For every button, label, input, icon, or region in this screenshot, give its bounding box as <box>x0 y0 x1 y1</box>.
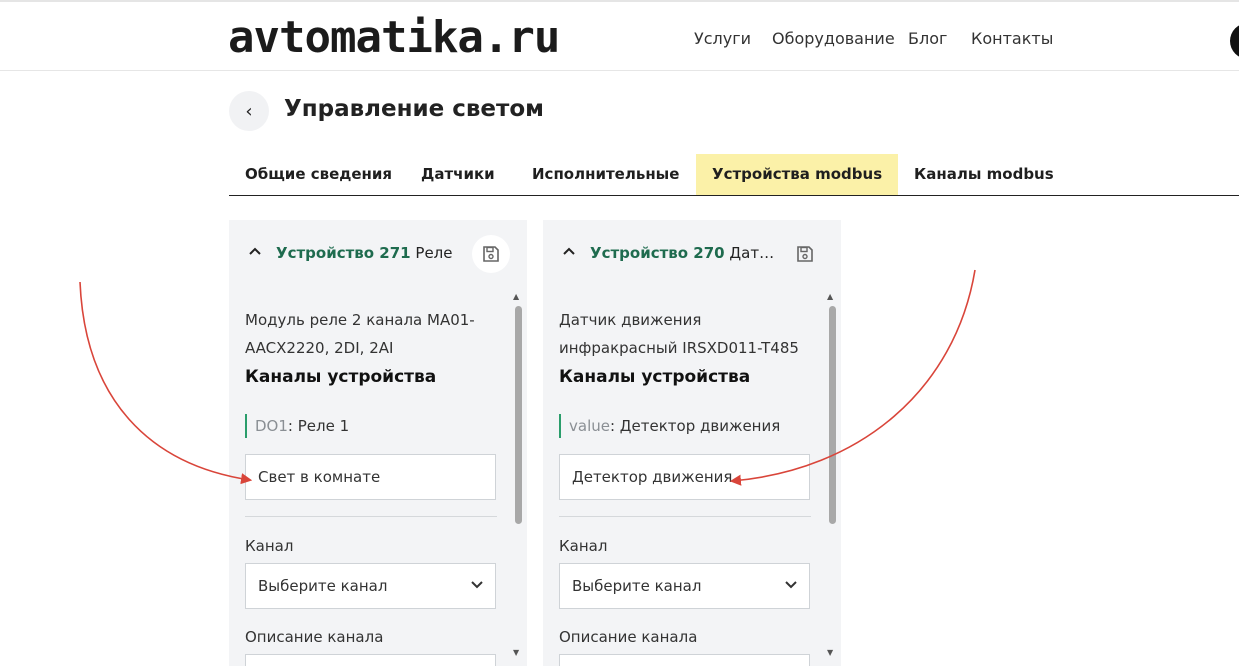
channel-value: : Реле 1 <box>287 417 350 435</box>
chevron-left-icon: ‹ <box>245 100 253 122</box>
device-card-header[interactable]: Устройство 270 Датчик движения <box>543 220 841 286</box>
save-button[interactable] <box>472 235 510 273</box>
scrollbar[interactable]: ▲ ▼ <box>513 292 523 662</box>
chevron-up-icon[interactable] <box>563 244 575 260</box>
scroll-up-arrow-icon[interactable]: ▲ <box>513 292 519 301</box>
channel-select[interactable]: Выберите канал <box>245 563 496 609</box>
user-avatar[interactable] <box>1230 23 1239 59</box>
channel-name-input[interactable]: Детектор движения <box>559 454 810 500</box>
channels-section-title: Каналы устройства <box>245 367 437 387</box>
device-type: Реле <box>415 244 453 262</box>
chevron-up-icon[interactable] <box>249 244 261 260</box>
scroll-down-arrow-icon[interactable]: ▼ <box>513 648 519 657</box>
site-logo[interactable]: avtomatika.ru <box>228 10 560 66</box>
nav-link-blog[interactable]: Блог <box>908 29 947 48</box>
channel-description-input[interactable] <box>559 654 810 666</box>
channel-row: DO1: Реле 1 <box>245 414 349 438</box>
divider <box>559 516 811 517</box>
channel-label: Канал <box>245 537 294 555</box>
channel-description-input[interactable] <box>245 654 496 666</box>
annotation-arrow-left <box>79 281 253 485</box>
channel-name-input[interactable]: Свет в комнате <box>245 454 496 500</box>
device-card-270: Устройство 270 Датчик движения Датчик дв… <box>543 220 841 666</box>
channels-section-title: Каналы устройства <box>559 367 751 387</box>
device-title: Устройство 271 Реле <box>276 244 476 262</box>
save-icon <box>483 246 499 262</box>
save-icon <box>797 246 813 262</box>
page-title: Управление светом <box>284 96 544 122</box>
tab-bar: Общие сведения Датчики Исполнительные Ус… <box>229 154 1239 196</box>
tab-general[interactable]: Общие сведения <box>229 154 408 195</box>
divider <box>245 516 497 517</box>
back-button[interactable]: ‹ <box>229 91 269 131</box>
nav-link-services[interactable]: Услуги <box>694 29 751 48</box>
device-id: Устройство 270 <box>590 244 725 262</box>
channel-key: DO1 <box>255 417 288 435</box>
tab-actuators[interactable]: Исполнительные <box>516 154 695 195</box>
channel-description-label: Описание канала <box>245 628 384 646</box>
save-button[interactable] <box>786 235 824 273</box>
top-navbar: avtomatika.ru Услуги Оборудование Блог К… <box>0 0 1239 71</box>
scrollbar[interactable]: ▲ ▼ <box>827 292 837 662</box>
nav-link-equipment[interactable]: Оборудование <box>772 29 895 48</box>
device-description: Модуль реле 2 канала MA01-AACX2220, 2DI,… <box>245 311 475 357</box>
device-type: Датчик движения <box>729 244 780 262</box>
device-card-header[interactable]: Устройство 271 Реле <box>229 220 527 286</box>
device-description: Датчик движения инфракрасный IRSXD011-T4… <box>559 311 799 357</box>
device-title: Устройство 270 Датчик движения <box>590 244 780 262</box>
channel-label: Канал <box>559 537 608 555</box>
channel-select-value: Выберите канал <box>572 577 702 595</box>
tab-modbus-devices[interactable]: Устройства modbus <box>696 154 899 195</box>
scrollbar-thumb[interactable] <box>829 306 836 524</box>
scroll-up-arrow-icon[interactable]: ▲ <box>827 292 833 301</box>
channel-value: : Детектор движения <box>609 417 781 435</box>
scrollbar-thumb[interactable] <box>515 306 522 524</box>
chevron-down-icon <box>471 564 483 608</box>
channel-row: value: Детектор движения <box>559 414 780 438</box>
tab-modbus-channels[interactable]: Каналы modbus <box>898 154 1070 195</box>
chevron-down-icon <box>785 564 797 608</box>
channel-description-label: Описание канала <box>559 628 698 646</box>
tab-sensors[interactable]: Датчики <box>405 154 511 195</box>
channel-key: value <box>569 417 610 435</box>
channel-select-value: Выберите канал <box>258 577 388 595</box>
device-id: Устройство 271 <box>276 244 411 262</box>
device-card-271: Устройство 271 Реле Модуль реле 2 канала… <box>229 220 527 666</box>
channel-select[interactable]: Выберите канал <box>559 563 810 609</box>
nav-link-contacts[interactable]: Контакты <box>971 29 1053 48</box>
scroll-down-arrow-icon[interactable]: ▼ <box>827 648 833 657</box>
